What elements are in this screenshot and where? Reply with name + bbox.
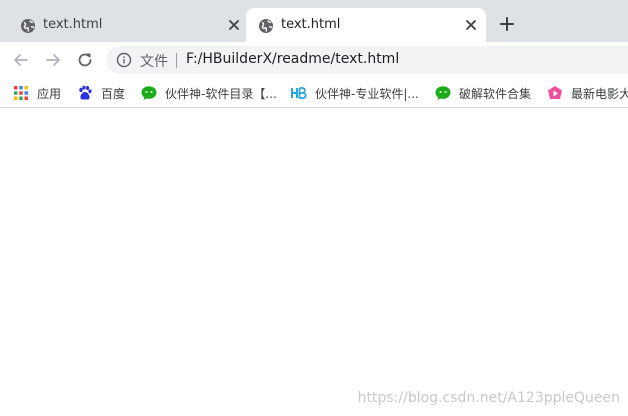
scheme-label: 文件 — [140, 54, 168, 70]
watermark-text: https://blog.csdn.net/A123ppleQueen — [357, 390, 620, 406]
bookmark-label: 伙伴神-软件目录【... — [165, 87, 277, 101]
forward-arrow-icon[interactable] — [43, 50, 63, 70]
bookmarks-bar: 应用 百度 伙伴神-软件目录【... 伙伴神-专业软件|... 破解软件合集 最… — [0, 78, 628, 108]
apps-grid-icon — [14, 86, 28, 100]
tab-text-html-2[interactable]: text.html — [246, 8, 486, 42]
page-content: https://blog.csdn.net/A123ppleQueen — [0, 108, 628, 416]
wechat-icon — [435, 86, 451, 100]
address-bar[interactable]: 文件 F:/HBuilderX/readme/text.html — [106, 46, 628, 74]
back-arrow-icon[interactable] — [11, 50, 31, 70]
url-text[interactable]: F:/HBuilderX/readme/text.html — [186, 51, 399, 67]
info-icon[interactable] — [116, 52, 132, 68]
hbuilder-icon — [291, 87, 307, 99]
toolbar: 文件 F:/HBuilderX/readme/text.html — [0, 42, 628, 78]
tab-title: text.html — [281, 17, 341, 32]
globe-icon — [21, 19, 35, 33]
new-tab-plus-icon[interactable] — [498, 15, 516, 33]
tab-strip: text.html text.html — [0, 0, 628, 42]
bookmark-label: 伙伴神-专业软件|... — [315, 87, 419, 101]
wechat-icon — [141, 86, 157, 100]
close-icon[interactable] — [227, 18, 241, 32]
bookmark-label: 应用 — [37, 87, 62, 101]
address-separator — [176, 53, 177, 68]
bookmark-label: 百度 — [101, 87, 126, 101]
reload-icon[interactable] — [75, 50, 95, 70]
movie-icon — [548, 86, 562, 99]
bookmark-label: 破解软件合集 — [459, 87, 532, 101]
globe-icon — [259, 19, 273, 33]
bookmark-label: 最新电影大 — [571, 87, 628, 101]
tab-text-html-1[interactable]: text.html — [8, 8, 244, 42]
close-icon[interactable] — [464, 18, 478, 32]
baidu-paw-icon — [79, 85, 92, 100]
tab-title: text.html — [43, 17, 103, 32]
